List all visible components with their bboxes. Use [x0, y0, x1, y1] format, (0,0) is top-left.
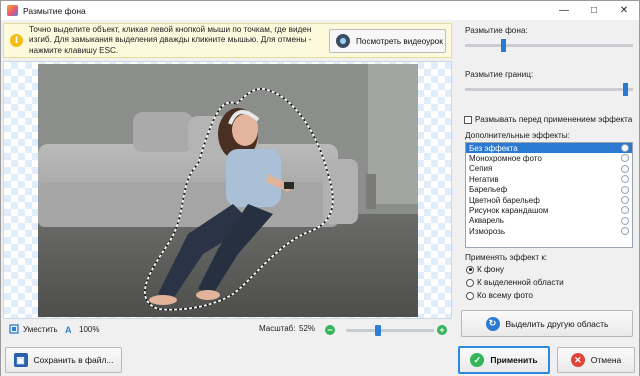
effect-radio-icon[interactable] [621, 195, 629, 204]
effect-item[interactable]: Цветной барельеф [466, 195, 632, 205]
apply-to-option-label: К фону [477, 265, 504, 274]
minimize-icon[interactable]: — [549, 1, 579, 20]
select-other-area-label: Выделить другую область [505, 318, 609, 329]
refresh-icon: ↻ [485, 316, 500, 331]
effect-radio-icon[interactable] [621, 164, 629, 173]
effect-item-label: Изморозь [469, 226, 506, 236]
cancel-icon: ✕ [570, 353, 585, 367]
watch-video-button[interactable]: Посмотреть видеоурок [329, 29, 446, 53]
edge-blur-thumb[interactable] [623, 83, 629, 96]
blur-before-apply-checkbox[interactable]: Размывать перед применением эффекта [464, 115, 632, 124]
effect-item-label: Монохромное фото [469, 154, 542, 164]
effects-list[interactable]: Без эффекта Монохромное фото Сепия Негатив Б… [465, 142, 633, 248]
window-title: Размытие фона [23, 5, 86, 16]
window-controls: — □ ✕ [549, 1, 639, 20]
webcam-icon [336, 34, 350, 48]
effect-item[interactable]: Рисунок карандашом [466, 205, 632, 215]
cancel-button[interactable]: ✕ Отмена [557, 347, 635, 373]
fit-label: Уместить [23, 324, 58, 334]
effect-radio-icon[interactable] [621, 144, 629, 152]
effect-radio-icon[interactable] [621, 227, 629, 236]
hint-text: Точно выделите объект, кликая левой кноп… [29, 24, 312, 55]
checkmark-icon: ✓ [470, 353, 485, 367]
fit-button[interactable]: Уместить [9, 324, 58, 334]
close-icon[interactable]: ✕ [609, 1, 639, 20]
effect-item[interactable]: Без эффекта [466, 143, 632, 154]
bg-blur-slider[interactable] [465, 39, 633, 52]
effect-radio-icon[interactable] [621, 154, 629, 163]
apply-to-option-label: Ко всему фото [477, 291, 533, 300]
bottom-bar: ▣ Сохранить в файл... ✓ Применить ✕ Отме… [1, 342, 639, 376]
svg-text:A: A [65, 325, 72, 334]
scale-label: Масштаб: [259, 324, 295, 333]
cancel-label: Отмена [590, 355, 622, 365]
effect-item[interactable]: Монохромное фото [466, 153, 632, 163]
image-canvas[interactable] [3, 61, 452, 319]
apply-button[interactable]: ✓ Применить [458, 346, 550, 374]
apply-to-label: Применять эффект к: [465, 253, 548, 262]
hint-bar: i Точно выделите объект, кликая левой кн… [3, 23, 452, 58]
apply-to-option-label: К выделенной области [477, 278, 564, 287]
radio-button[interactable] [466, 265, 474, 274]
zoom-slider[interactable] [346, 325, 434, 336]
select-other-area-button[interactable]: ↻ Выделить другую область [461, 310, 633, 337]
fit-icon [9, 324, 19, 334]
bg-blur-thumb[interactable] [500, 39, 506, 52]
watch-video-label: Посмотреть видеоурок [356, 36, 443, 46]
title-bar: Размытие фона — □ ✕ [1, 1, 639, 20]
actual-size-label: 100% [79, 324, 100, 334]
effect-item[interactable]: Негатив [466, 174, 632, 184]
scale-label-text: Масштаб: [259, 324, 296, 333]
apply-to-option[interactable]: К выделенной области [466, 278, 564, 287]
checkbox-box[interactable] [464, 115, 472, 124]
scale-value-text: 52% [299, 324, 316, 333]
app-window: Размытие фона — □ ✕ i Точно выделите объ… [0, 0, 640, 376]
actual-size-button[interactable]: A 100% [65, 324, 100, 335]
effect-item-label: Рисунок карандашом [469, 206, 549, 216]
effect-item-label: Барельеф [469, 185, 508, 195]
photo-scene [38, 64, 418, 317]
effect-item[interactable]: Сепия [466, 164, 632, 174]
save-to-file-label: Сохранить в файл... [33, 355, 114, 365]
effect-item-label: Цветной барельеф [469, 195, 540, 205]
zoom-slider-thumb[interactable] [374, 325, 381, 336]
extra-effects-label: Дополнительные эффекты: [465, 131, 570, 140]
status-bar: Уместить A 100% Масштаб: 52% − + [3, 321, 452, 339]
effect-item-label: Акварель [469, 216, 504, 226]
effect-radio-icon[interactable] [621, 185, 629, 194]
effect-item-label: Сепия [469, 164, 493, 174]
apply-label: Применить [490, 355, 538, 365]
actual-size-icon: A [65, 325, 72, 334]
effect-item[interactable]: Барельеф [466, 185, 632, 195]
effect-radio-icon[interactable] [621, 206, 629, 215]
effect-radio-icon[interactable] [621, 216, 629, 225]
bg-blur-label: Размытие фона: [465, 26, 528, 35]
floppy-disk-icon: ▣ [13, 353, 28, 367]
radio-button[interactable] [466, 278, 474, 287]
zoom-in-icon[interactable]: + [437, 325, 447, 335]
edge-blur-slider[interactable] [465, 83, 633, 96]
blur-before-apply-label: Размывать перед применением эффекта [475, 115, 633, 124]
info-icon: i [10, 34, 23, 47]
zoom-out-icon[interactable]: − [325, 325, 335, 335]
edge-blur-label: Размытие границ: [465, 70, 534, 79]
save-to-file-button[interactable]: ▣ Сохранить в файл... [5, 347, 122, 373]
maximize-icon[interactable]: □ [579, 1, 609, 20]
effect-item-label: Без эффекта [469, 143, 518, 153]
effect-item[interactable]: Изморозь [466, 226, 632, 236]
effect-item[interactable]: Акварель [466, 216, 632, 226]
apply-to-option[interactable]: Ко всему фото [466, 291, 533, 300]
effect-item-label: Негатив [469, 174, 499, 184]
photo[interactable] [38, 64, 418, 317]
apply-to-option[interactable]: К фону [466, 265, 504, 274]
scale-value: 52% [299, 324, 315, 333]
radio-button[interactable] [466, 291, 474, 300]
effect-radio-icon[interactable] [621, 175, 629, 184]
app-icon [7, 5, 18, 16]
settings-panel: Размытие фона: Размытие границ: Размыват… [457, 21, 639, 341]
